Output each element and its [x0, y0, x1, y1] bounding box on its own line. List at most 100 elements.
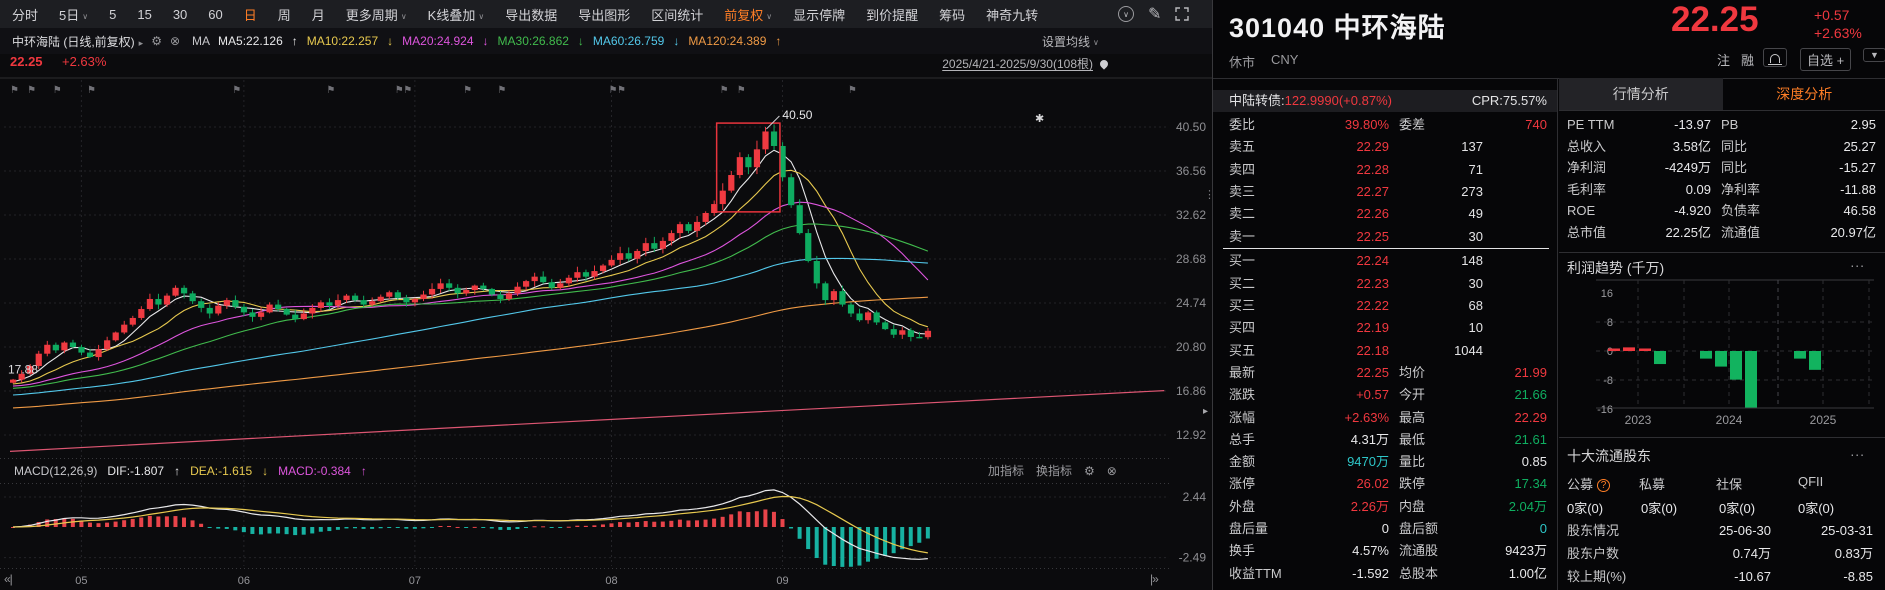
toolbar-item[interactable]: 区间统计 — [651, 5, 703, 24]
indicator-bar: 中环海陆 (日线,前复权)▸ ⚙ ⊗ MA MA5:22.126↑MA10:22… — [0, 28, 1212, 54]
ma-close-icon[interactable]: ⊗ — [170, 34, 180, 48]
divider — [1559, 437, 1885, 438]
weibi-row: 委比 39.80% 委差 740 — [1213, 114, 1557, 136]
tab-inactive[interactable]: 行情分析 — [1559, 78, 1723, 110]
stat-row: 盘后量0盘后额0 — [1213, 518, 1557, 540]
indicator-value: ↑ — [775, 34, 781, 48]
price-change: +0.57 — [1814, 7, 1849, 23]
holder-col-label: QFII — [1798, 474, 1823, 489]
market-status: 休市 — [1229, 52, 1255, 71]
fundamental-row: 毛利率0.09净利率-11.88 — [1559, 179, 1885, 200]
fundamental-row: ROE-4.920负债率46.58 — [1559, 200, 1885, 221]
svg-text:08: 08 — [605, 575, 617, 587]
toolbar-item[interactable]: 30 — [173, 7, 187, 22]
indicator-value: DIF:-1.807 — [107, 464, 164, 478]
svg-text:20.80: 20.80 — [1176, 340, 1206, 354]
fundamental-row: 总收入3.58亿同比25.27 — [1559, 136, 1885, 157]
holder-col-value: 0家(0) — [1641, 498, 1677, 517]
fullscreen-icon[interactable] — [1175, 7, 1189, 21]
alert-bell-button[interactable] — [1763, 48, 1787, 67]
holder-col-label: 公募? — [1567, 474, 1610, 493]
profit-more-button[interactable]: ... — [1850, 254, 1865, 270]
convertible-bond-row[interactable]: 中陆转债:122.9990(+0.87%) CPR:75.57% — [1213, 90, 1557, 112]
svg-text:⚑: ⚑ — [403, 85, 412, 96]
svg-text:12.92: 12.92 — [1176, 428, 1206, 442]
price-readout-bar: 22.25 +2.63% 2025/4/21-2025/9/30(108根) — [0, 54, 1212, 76]
collapse-toolbar-icon[interactable]: ∨ — [1118, 6, 1134, 22]
visible-range-link[interactable]: 2025/4/21-2025/9/30(108根) — [942, 55, 1108, 72]
toolbar-item[interactable]: 60 — [208, 7, 222, 22]
toolbar-item[interactable]: 筹码 — [939, 5, 965, 24]
toolbar-item[interactable]: 月 — [312, 5, 325, 24]
tab-active[interactable]: 深度分析 — [1723, 78, 1885, 110]
quote-panel: 301040 中环海陆 休市 CNY 22.25 +0.57 +2.63% 注 … — [1212, 0, 1885, 590]
svg-text:8: 8 — [1607, 317, 1613, 329]
ma-settings-button[interactable]: 设置均线∨ — [1042, 33, 1099, 50]
current-price: 22.25 — [10, 54, 43, 69]
toolbar-item[interactable]: 分时 — [12, 5, 38, 24]
indicator-gear-icon[interactable]: ⚙ — [1084, 464, 1095, 478]
candlestick-chart[interactable]: 40.5036.5632.6228.6824.7420.8016.8612.92… — [0, 0, 1212, 590]
svg-text:⚑: ⚑ — [617, 85, 626, 96]
svg-text:⚑: ⚑ — [326, 85, 335, 96]
scroll-right-button[interactable]: |» — [1150, 572, 1158, 586]
toolbar-item[interactable]: 5日∨ — [59, 5, 88, 24]
svg-text:40.50: 40.50 — [782, 108, 812, 122]
toolbar-item[interactable]: 显示停牌 — [793, 5, 845, 24]
toolbar-item[interactable]: 日 — [244, 5, 257, 24]
toolbar-item[interactable]: 导出数据 — [505, 5, 557, 24]
toolbar-item[interactable]: 前复权∨ — [724, 5, 772, 24]
profit-trend-title: 利润趋势 (千万) — [1567, 258, 1664, 278]
order-book-row: 买四22.1910 — [1213, 317, 1557, 339]
svg-text:2025: 2025 — [1810, 413, 1837, 427]
drawing-brush-icon[interactable]: ✎ — [1148, 4, 1161, 24]
svg-text:2024: 2024 — [1716, 413, 1743, 427]
svg-text:0: 0 — [1607, 346, 1613, 358]
indicator-value: ↑ — [174, 464, 180, 478]
toolbar-item[interactable]: 5 — [109, 7, 116, 22]
order-book-row: 卖四22.2871 — [1213, 159, 1557, 181]
help-icon[interactable]: ? — [1597, 479, 1610, 492]
panel-collapse-icon[interactable]: ▸ — [1203, 406, 1208, 417]
svg-text:06: 06 — [238, 575, 250, 587]
toolbar-item[interactable]: 导出图形 — [578, 5, 630, 24]
holders-more-button[interactable]: ... — [1850, 443, 1865, 459]
stat-row: 金额9470万量比0.85 — [1213, 451, 1557, 473]
bid-ask-separator — [1223, 248, 1549, 249]
indicator-close-icon[interactable]: ⊗ — [1107, 464, 1117, 478]
holder-col-label: 社保 — [1716, 474, 1742, 493]
indicator-value: MA20:24.924 — [402, 34, 473, 48]
order-book-row: 卖二22.2649 — [1213, 203, 1557, 225]
indicator-value: MACD(12,26,9) — [14, 464, 97, 478]
toolbar-item[interactable]: 15 — [137, 7, 151, 22]
indicator-value: ↓ — [578, 34, 584, 48]
scroll-left-button[interactable]: «| — [4, 572, 12, 586]
indicator-value: MACD:-0.384 — [278, 464, 351, 478]
toolbar-item[interactable]: 神奇九转 — [986, 5, 1038, 24]
indicator-value: ↓ — [673, 34, 679, 48]
chart-series-title[interactable]: 中环海陆 (日线,前复权)▸ — [12, 33, 143, 50]
toolbar-item[interactable]: 更多周期∨ — [346, 5, 407, 24]
toolbar-item[interactable]: K线叠加∨ — [428, 5, 485, 24]
holder-col-value: 0家(0) — [1719, 498, 1755, 517]
svg-text:24.74: 24.74 — [1176, 296, 1206, 310]
stock-title: 301040 中环海陆 — [1229, 6, 1446, 45]
holder-col-value: 0家(0) — [1798, 498, 1834, 517]
fundamental-row: 总市值22.25亿流通值20.97亿 — [1559, 222, 1885, 243]
note-flag[interactable]: 注 — [1717, 50, 1730, 69]
watchlist-dropdown-button[interactable]: ▼ — [1863, 48, 1885, 62]
indicator-value: DEA:-1.615 — [190, 464, 252, 478]
add-indicator-button[interactable]: 加指标 — [988, 462, 1024, 479]
stat-row: 外盘2.26万内盘2.04万 — [1213, 496, 1557, 518]
ma-settings-gear-icon[interactable]: ⚙ — [151, 34, 162, 48]
svg-text:07: 07 — [409, 575, 421, 587]
order-book-row: 买一22.24148 — [1213, 250, 1557, 272]
chart-toolbar: 分时 5日∨ 5 15 30 60 日 周 月 更多周期∨ K线叠加∨ 导出数据 导出图形 区间统计 前复权… — [0, 0, 1212, 28]
indicator-value: MA10:22.257 — [307, 34, 378, 48]
add-watchlist-button[interactable]: 自选 + — [1800, 48, 1851, 71]
margin-flag[interactable]: 融 — [1741, 50, 1754, 69]
pin-icon[interactable] — [1098, 58, 1109, 69]
toolbar-item[interactable]: 到价提醒 — [866, 5, 918, 24]
switch-indicator-button[interactable]: 换指标 — [1036, 462, 1072, 479]
toolbar-item[interactable]: 周 — [278, 5, 291, 24]
